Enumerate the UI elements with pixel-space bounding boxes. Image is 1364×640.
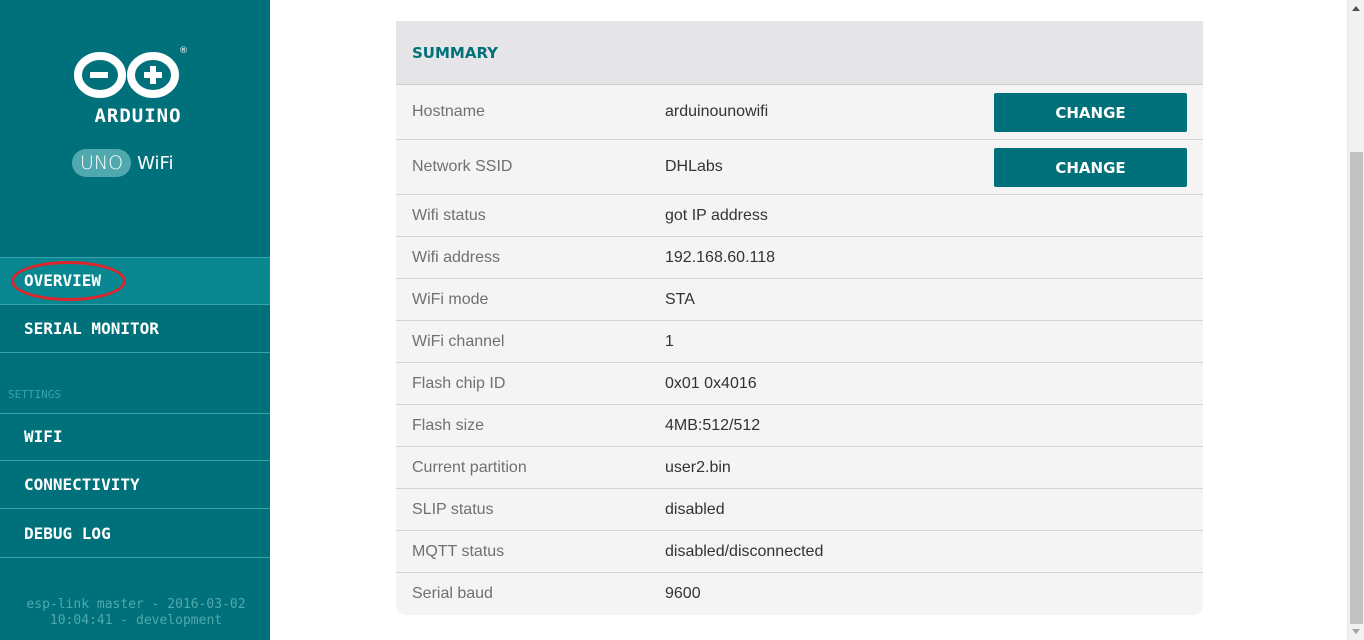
row-value: 1	[665, 332, 674, 350]
row-value: disabled/disconnected	[665, 542, 824, 560]
nav-item-overview[interactable]: OVERVIEW	[0, 258, 270, 305]
nav-item-label: CONNECTIVITY	[24, 475, 140, 494]
nav-item-serial-monitor[interactable]: SERIAL MONITOR	[0, 306, 270, 353]
summary-row: Serial baud 9600	[396, 573, 1203, 615]
summary-row: Network SSID DHLabs CHANGE	[396, 140, 1203, 195]
version-line-1: esp-link master - 2016-03-02	[26, 597, 246, 612]
summary-card: SUMMARY Hostname arduinounowifi CHANGE Netw…	[396, 21, 1203, 615]
row-label: Network SSID	[412, 158, 513, 175]
nav-item-wifi[interactable]: WIFI	[0, 414, 270, 461]
row-value: 192.168.60.118	[665, 248, 776, 266]
nav-item-label: DEBUG LOG	[24, 524, 111, 543]
version-footer: esp-link master - 2016-03-02 10:04:41 - …	[0, 597, 270, 629]
row-label: Flash size	[412, 416, 485, 434]
summary-row: Current partition user2.bin	[396, 447, 1203, 489]
summary-table: Hostname arduinounowifi CHANGE Network SSID…	[396, 85, 1203, 615]
row-label: Current partition	[412, 458, 527, 476]
main-content: SUMMARY Hostname arduinounowifi CHANGE Netw…	[396, 21, 1203, 615]
row-value: DHLabs	[665, 158, 723, 175]
summary-title: SUMMARY	[396, 21, 1203, 85]
nav-item-label: WIFI	[24, 427, 63, 446]
row-value: 4MB:512/512	[665, 416, 761, 434]
summary-row: WiFi mode STA	[396, 279, 1203, 321]
row-value: arduinounowifi	[665, 103, 769, 120]
row-label: WiFi mode	[412, 290, 489, 308]
row-value: user2.bin	[665, 458, 731, 476]
vertical-scrollbar[interactable]	[1347, 0, 1364, 640]
summary-row: MQTT status disabled/disconnected	[396, 531, 1203, 573]
scrollbar-thumb[interactable]	[1350, 152, 1363, 624]
nav-item-label: OVERVIEW	[24, 271, 102, 290]
summary-row: WiFi channel 1	[396, 321, 1203, 363]
nav-item-debug-log[interactable]: DEBUG LOG	[0, 511, 270, 558]
version-line-2: 10:04:41 - development	[49, 613, 223, 628]
row-value: STA	[665, 290, 695, 308]
infinity-logo-icon	[74, 52, 179, 98]
summary-row: Flash size 4MB:512/512	[396, 405, 1203, 447]
row-value: disabled	[665, 500, 725, 518]
nav-item-label: SERIAL MONITOR	[24, 319, 159, 338]
model-name: UNO WiFi	[72, 149, 174, 177]
model-suffix: WiFi	[137, 152, 174, 174]
row-label: Serial baud	[412, 585, 493, 602]
scroll-up-arrow-icon[interactable]	[1352, 6, 1360, 11]
row-label: Flash chip ID	[412, 374, 506, 392]
row-value: got IP address	[665, 206, 768, 224]
row-label: WiFi channel	[412, 332, 505, 350]
summary-row: SLIP status disabled	[396, 489, 1203, 531]
row-label: SLIP status	[412, 500, 494, 518]
brand-name: ARDUINO	[94, 105, 182, 127]
row-label: Wifi status	[412, 206, 486, 224]
summary-row: Flash chip ID 0x01 0x4016	[396, 363, 1203, 405]
summary-row: Wifi status got IP address	[396, 195, 1203, 237]
row-label: Hostname	[412, 103, 485, 120]
summary-row: Hostname arduinounowifi CHANGE	[396, 85, 1203, 140]
row-label: Wifi address	[412, 248, 501, 266]
arduino-logo: ® ARDUINO UNO WiFi	[0, 44, 270, 184]
row-value: 9600	[665, 585, 701, 602]
change-hostname-button[interactable]: CHANGE	[994, 92, 1187, 132]
registered-mark: ®	[179, 46, 188, 56]
model-badge: UNO	[72, 149, 132, 177]
summary-row: Wifi address 192.168.60.118	[396, 237, 1203, 279]
sidebar: ® ARDUINO UNO WiFi OVERVIEW SERIAL MONIT…	[0, 0, 270, 640]
scroll-down-arrow-icon[interactable]	[1352, 629, 1360, 634]
change-network-ssid-button[interactable]: CHANGE	[994, 147, 1187, 187]
row-label: MQTT status	[412, 542, 505, 560]
settings-section-label: SETTINGS	[8, 388, 61, 401]
row-value: 0x01 0x4016	[665, 374, 757, 392]
nav-item-connectivity[interactable]: CONNECTIVITY	[0, 462, 270, 509]
